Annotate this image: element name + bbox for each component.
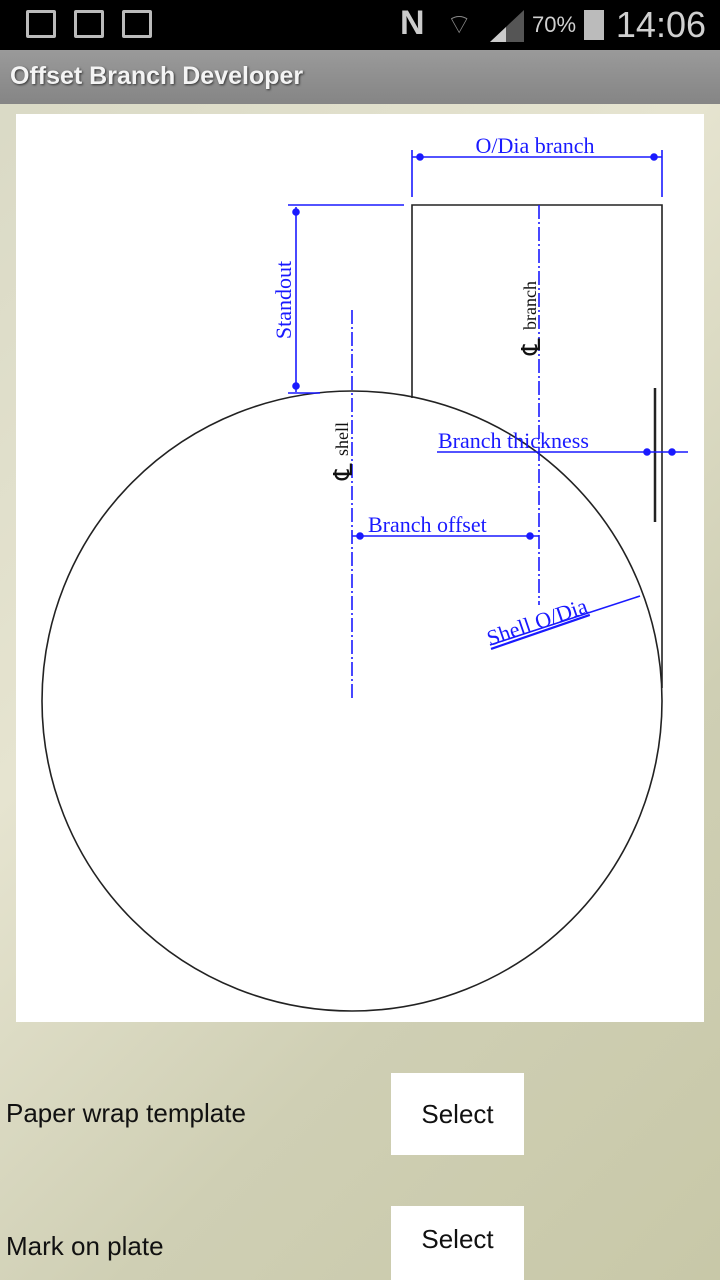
cl-shell-symbol: ℄ xyxy=(329,463,358,481)
paper-wrap-label: Paper wrap template xyxy=(6,1098,246,1128)
cl-branch-symbol: ℄ xyxy=(517,338,546,356)
branch-diagram: O/Dia branch Standout Branch thickness B… xyxy=(41,133,688,1012)
battery-icon xyxy=(584,10,604,40)
store-play-icon xyxy=(122,10,152,38)
mark-on-plate-select-button[interactable]: Select xyxy=(391,1206,524,1280)
paper-wrap-select-button[interactable]: Select xyxy=(391,1073,524,1155)
mark-on-plate-label: Mark on plate xyxy=(6,1231,164,1261)
status-bar: N ⌔ 70% 14:06 xyxy=(0,0,720,50)
gallery-icon xyxy=(26,10,56,38)
battery-percent: 70% xyxy=(532,12,577,37)
app-title: Offset Branch Developer xyxy=(10,62,304,90)
nfc-icon: N xyxy=(400,4,425,42)
store-check-icon xyxy=(74,10,104,38)
shell-circle xyxy=(41,390,663,1012)
label-odia-branch: O/Dia branch xyxy=(475,133,594,158)
label-branch-offset: Branch offset xyxy=(368,512,487,537)
diagram-panel: O/Dia branch Standout Branch thickness B… xyxy=(16,114,704,1022)
clock: 14:06 xyxy=(615,4,706,45)
label-branch-thickness: Branch thickness xyxy=(438,428,589,453)
app-bar: Offset Branch Developer xyxy=(0,50,720,104)
wifi-icon: ⌔ xyxy=(446,9,473,40)
cl-branch-label: branch xyxy=(520,281,540,330)
cl-shell-label: shell xyxy=(332,422,352,456)
label-standout: Standout xyxy=(271,261,296,339)
signal-icon xyxy=(490,10,524,42)
label-shell-odia: Shell O/Dia xyxy=(483,593,590,651)
